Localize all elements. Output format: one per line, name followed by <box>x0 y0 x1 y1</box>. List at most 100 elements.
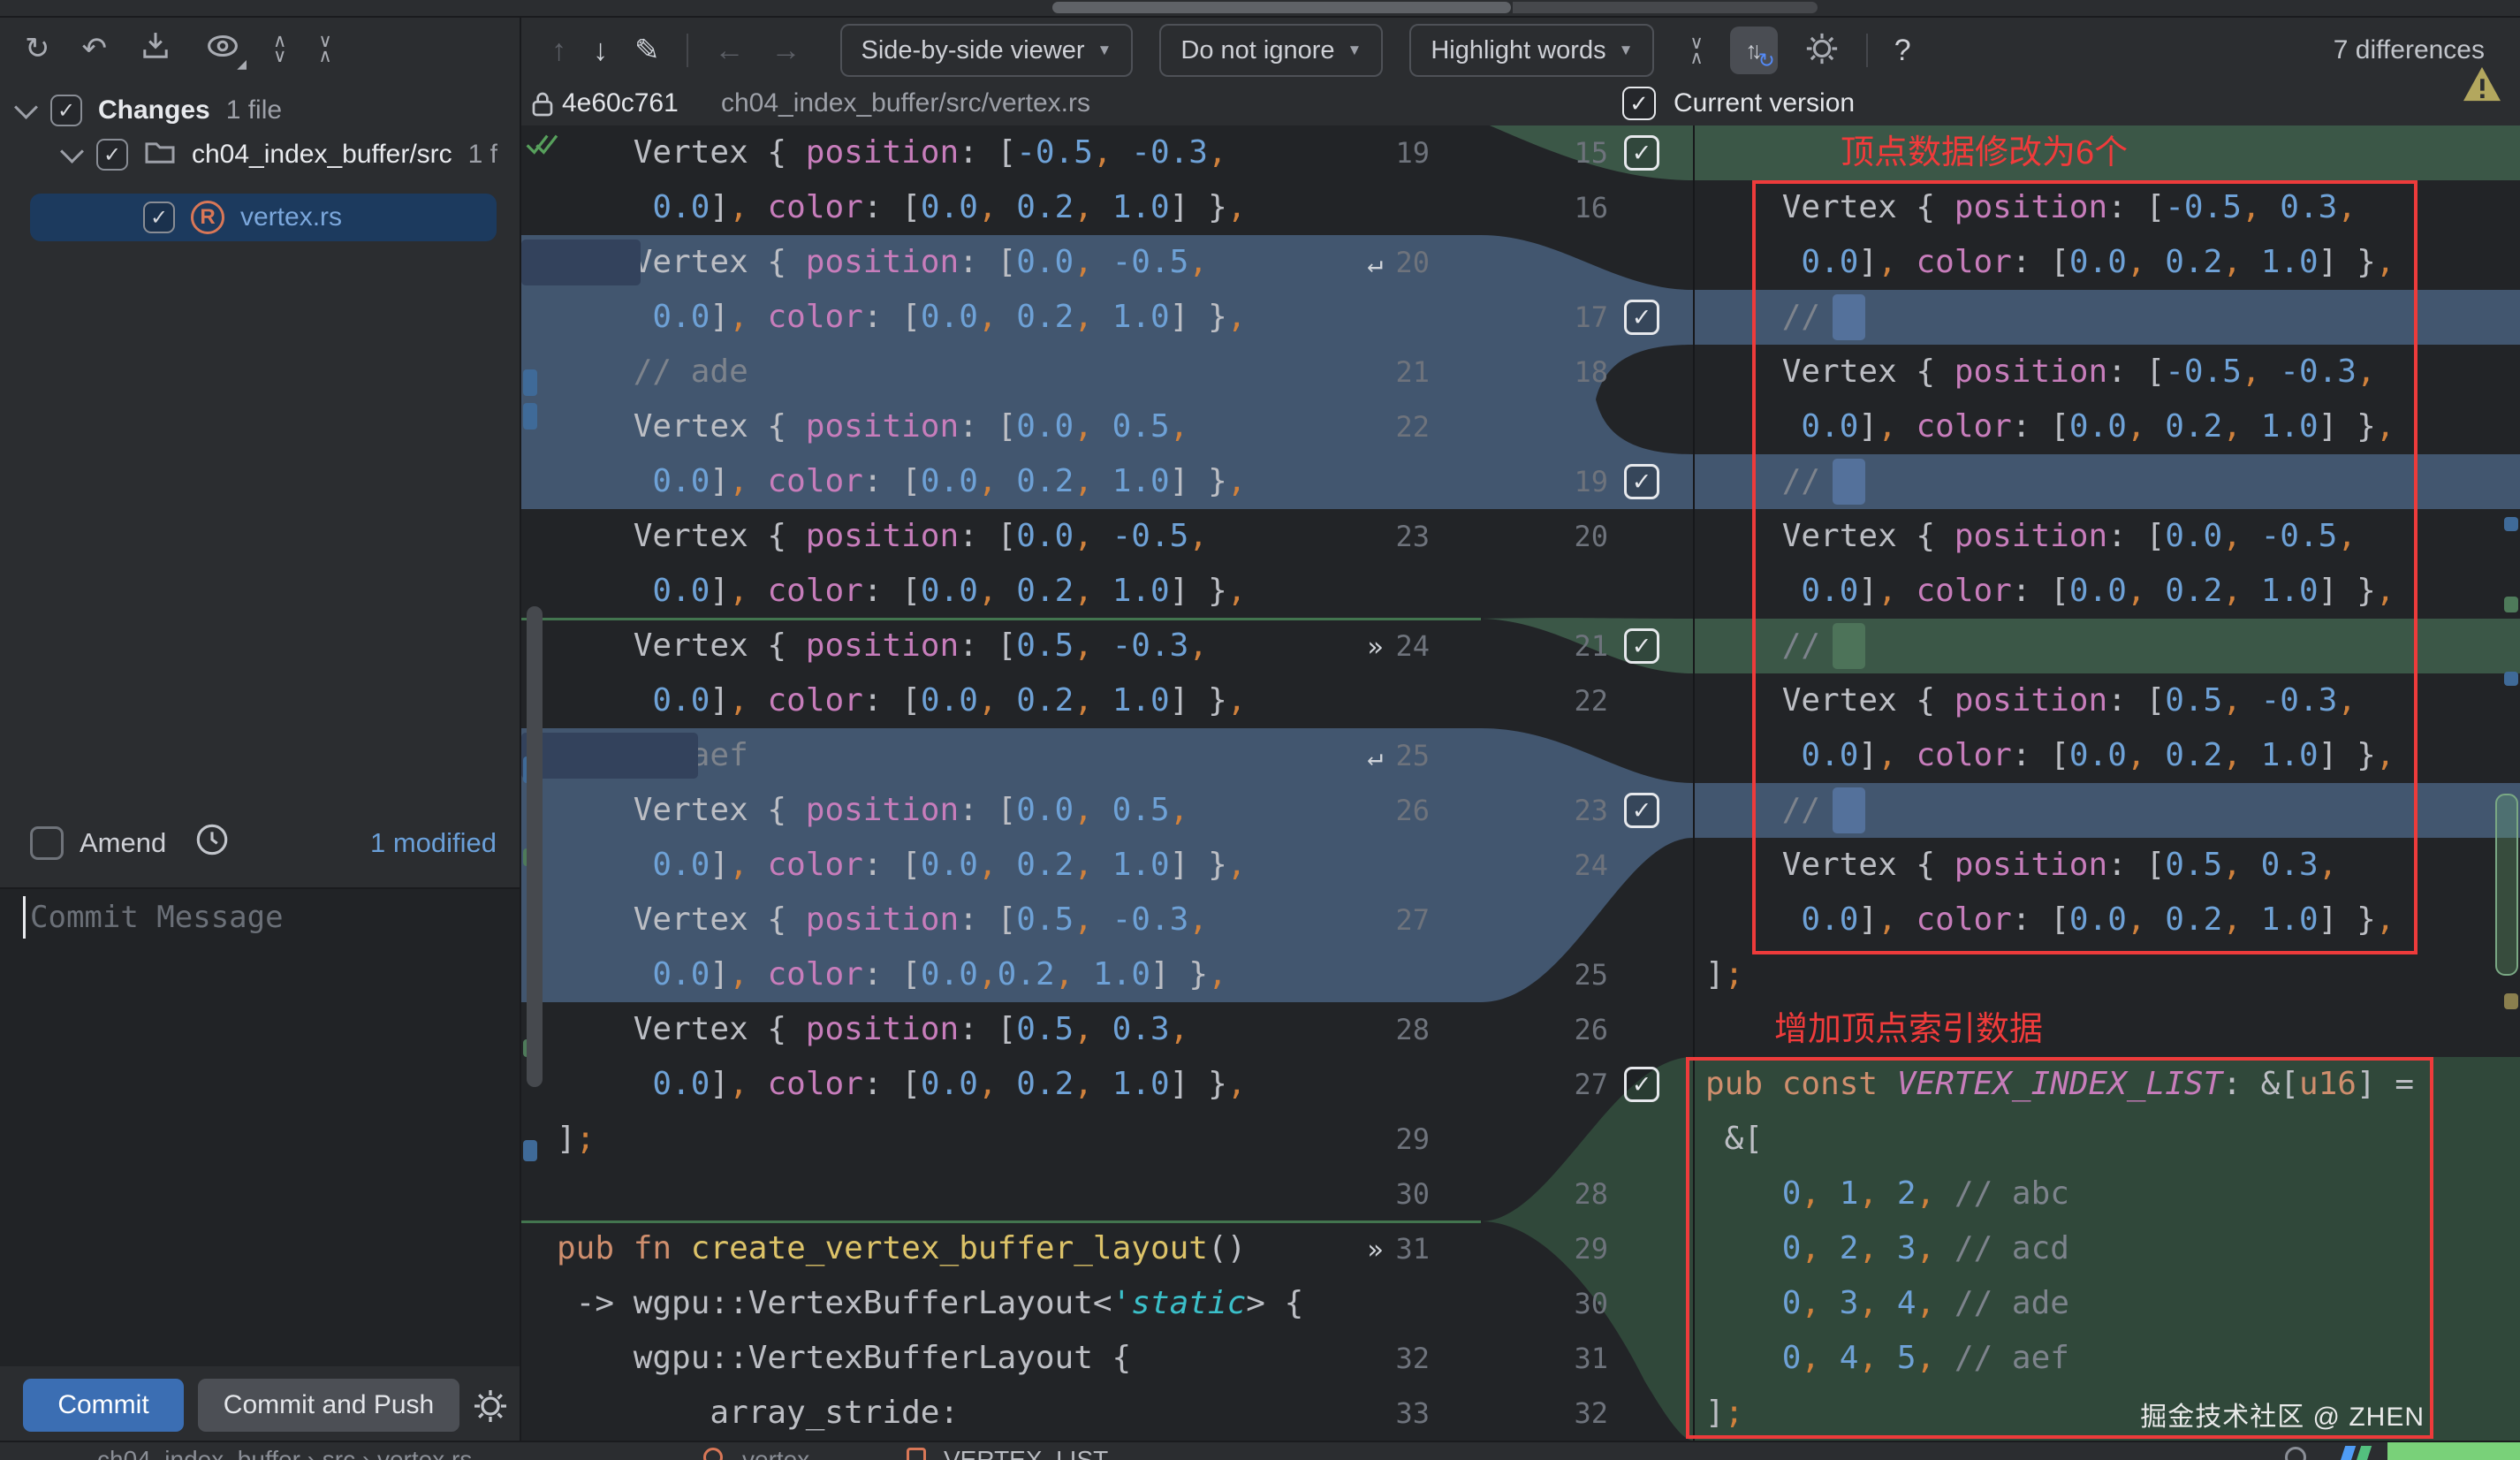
logo-bar-green <box>2353 1446 2372 1460</box>
line-number: 16 <box>1574 191 1608 224</box>
forward-arrow-icon[interactable]: → <box>771 33 801 68</box>
change-marker <box>2504 597 2518 612</box>
top-scrollbar-light[interactable] <box>1052 2 1511 13</box>
line-number: 31 <box>1574 1342 1608 1375</box>
tree-row-file-selected[interactable]: ✓ R vertex.rs <box>30 194 497 241</box>
insert-mode-badge <box>2387 1442 2520 1460</box>
code-line: 顶点数据修改为6个 <box>1695 125 2520 180</box>
chevron-down-icon[interactable] <box>14 95 38 119</box>
code-line: ]; <box>1705 956 1744 992</box>
ignore-policy-dropdown[interactable]: Do not ignore ▼ <box>1159 24 1384 77</box>
right-scrollbar-thumb[interactable] <box>2495 794 2518 976</box>
line-checkbox[interactable]: ✓ <box>1624 1067 1659 1102</box>
line-number: 32 <box>1395 1342 1430 1375</box>
line-number: 30 <box>1574 1287 1608 1320</box>
line-number: 19 <box>1395 136 1430 170</box>
preview-diff-eye-icon[interactable]: ◢ <box>204 28 247 71</box>
line-checkbox[interactable]: ✓ <box>1624 300 1659 335</box>
toolbar-separator <box>686 34 688 67</box>
folder-checkbox[interactable]: ✓ <box>96 139 128 171</box>
edit-pencil-icon[interactable]: ✎ <box>634 33 660 68</box>
applied-check-icon <box>525 131 560 157</box>
code-line: 0.0], color: [0.0, 0.2, 1.0] }, <box>652 573 1247 609</box>
history-clock-icon[interactable] <box>194 822 230 864</box>
synchronize-scrolling-toggle[interactable]: ↑↓ ↻ <box>1729 27 1778 74</box>
changes-checkbox[interactable]: ✓ <box>50 95 82 126</box>
line-checkbox[interactable]: ✓ <box>1624 135 1659 171</box>
line-number: » 31 <box>1367 1232 1430 1266</box>
line-number: 20 <box>1574 520 1608 553</box>
file-checkbox[interactable]: ✓ <box>143 202 175 233</box>
line-number: 22 <box>1395 410 1430 444</box>
diff-settings-gear-icon[interactable] <box>1804 31 1840 71</box>
dropdown-arrow-icon: ▼ <box>1618 42 1634 58</box>
expand-all-icon[interactable]: ∧ ∨ <box>273 32 286 65</box>
line-checkbox[interactable]: ✓ <box>1624 628 1659 664</box>
viewer-mode-dropdown[interactable]: Side-by-side viewer ▼ <box>839 24 1134 77</box>
highlight-mode-dropdown[interactable]: Highlight words ▼ <box>1409 24 1655 77</box>
annotation-rect-top <box>1752 180 2418 954</box>
line-checkbox[interactable]: ✓ <box>1624 793 1659 828</box>
line-number: 23 <box>1395 520 1430 553</box>
warning-triangle-icon[interactable] <box>2462 65 2502 107</box>
line-number: 18 <box>1574 355 1608 389</box>
tree-row-folder[interactable]: ✓ ch04_index_buffer/src 1 f <box>60 133 497 176</box>
changes-count: 1 file <box>225 95 283 125</box>
dropdown-caret-icon: ◢ <box>237 57 247 71</box>
line-number: » 24 <box>1367 629 1430 663</box>
line-number: 29 <box>1395 1122 1430 1156</box>
top-scrollbar-dark[interactable] <box>1513 2 1818 13</box>
differences-count: 7 differences <box>2333 35 2485 65</box>
line-checkbox[interactable]: ✓ <box>1624 464 1659 499</box>
amend-checkbox[interactable]: ✓ <box>30 826 64 860</box>
line-number: ↵ 25 <box>1367 739 1430 772</box>
text-caret <box>23 896 26 939</box>
lock-icon <box>530 90 555 123</box>
breadcrumb-symbol[interactable]: VERTEX_LIST <box>944 1446 1108 1460</box>
folder-count: 1 f <box>467 140 497 169</box>
current-version-checkbox[interactable]: ✓ <box>1622 87 1656 120</box>
code-line: 0.0], color: [0.0,0.2, 1.0] }, <box>521 947 1481 1002</box>
tree-row-changes[interactable]: ✓ Changes 1 file <box>14 89 283 132</box>
folder-label: ch04_index_buffer/src <box>192 140 452 169</box>
change-marker <box>523 1140 537 1161</box>
breadcrumb-scope[interactable]: vertex <box>742 1446 809 1460</box>
line-number: 26 <box>1395 794 1430 827</box>
code-line: 0.0], color: [0.0, 0.2, 1.0] }, <box>652 189 1247 225</box>
back-arrow-icon[interactable]: ← <box>715 33 745 68</box>
next-difference-icon[interactable]: ↓ <box>593 33 608 68</box>
commit-options-gear-icon[interactable] <box>472 1388 509 1429</box>
left-scrollbar-thumb[interactable] <box>527 606 543 1087</box>
status-circle-icon[interactable] <box>2285 1447 2306 1460</box>
rollback-icon[interactable]: ↶ <box>82 31 108 66</box>
symbol-icon <box>907 1448 926 1460</box>
collapse-unchanged-icon[interactable]: ∨ ∧ <box>1689 34 1703 67</box>
diff-right-gutter: 15 16 17 18 19 20 21 22 23 24 25 26 27 28 29 30 31 32 ✓ ✓ ✓ ✓… <box>1481 125 1693 1441</box>
commit-message-area[interactable]: Commit Message <box>0 889 520 1366</box>
line-number: 27 <box>1574 1068 1608 1101</box>
code-line: 0.0], color: [0.0, 0.2, 1.0] }, <box>521 838 1481 893</box>
red-annotation-text: 顶点数据修改为6个 <box>1841 134 2129 171</box>
ignore-policy-label: Do not ignore <box>1180 35 1335 65</box>
shelve-icon[interactable] <box>139 28 172 68</box>
collapse-all-icon[interactable]: ∨ ∧ <box>318 32 331 65</box>
annotation-rect-bottom <box>1686 1057 2433 1439</box>
modified-link[interactable]: 1 modified <box>370 827 497 859</box>
line-number: 33 <box>1395 1396 1430 1430</box>
help-icon[interactable]: ? <box>1894 34 1911 68</box>
line-number: 21 <box>1395 355 1430 389</box>
word-diff-chip <box>521 733 698 779</box>
diff-left-editor[interactable]: Vertex { position: [-0.5, -0.3, 0.0], co… <box>521 125 1481 1441</box>
logo-bar-blue <box>2337 1446 2357 1460</box>
commit-hash[interactable]: 4e60c761 <box>562 88 679 118</box>
previous-difference-icon[interactable]: ↑ <box>551 33 566 68</box>
line-number: 24 <box>1574 848 1608 882</box>
line-number: 15 <box>1574 136 1608 170</box>
chevron-down-icon[interactable] <box>60 139 84 163</box>
commit-button[interactable]: Commit <box>23 1379 184 1432</box>
breadcrumb[interactable]: ch04_index_buffer › src › vertex.rs <box>97 1446 472 1460</box>
line-number: 26 <box>1574 1013 1608 1046</box>
current-version-label: Current version <box>1674 88 1856 118</box>
refresh-icon[interactable]: ↻ <box>25 31 50 66</box>
commit-and-push-button[interactable]: Commit and Push <box>198 1379 459 1432</box>
